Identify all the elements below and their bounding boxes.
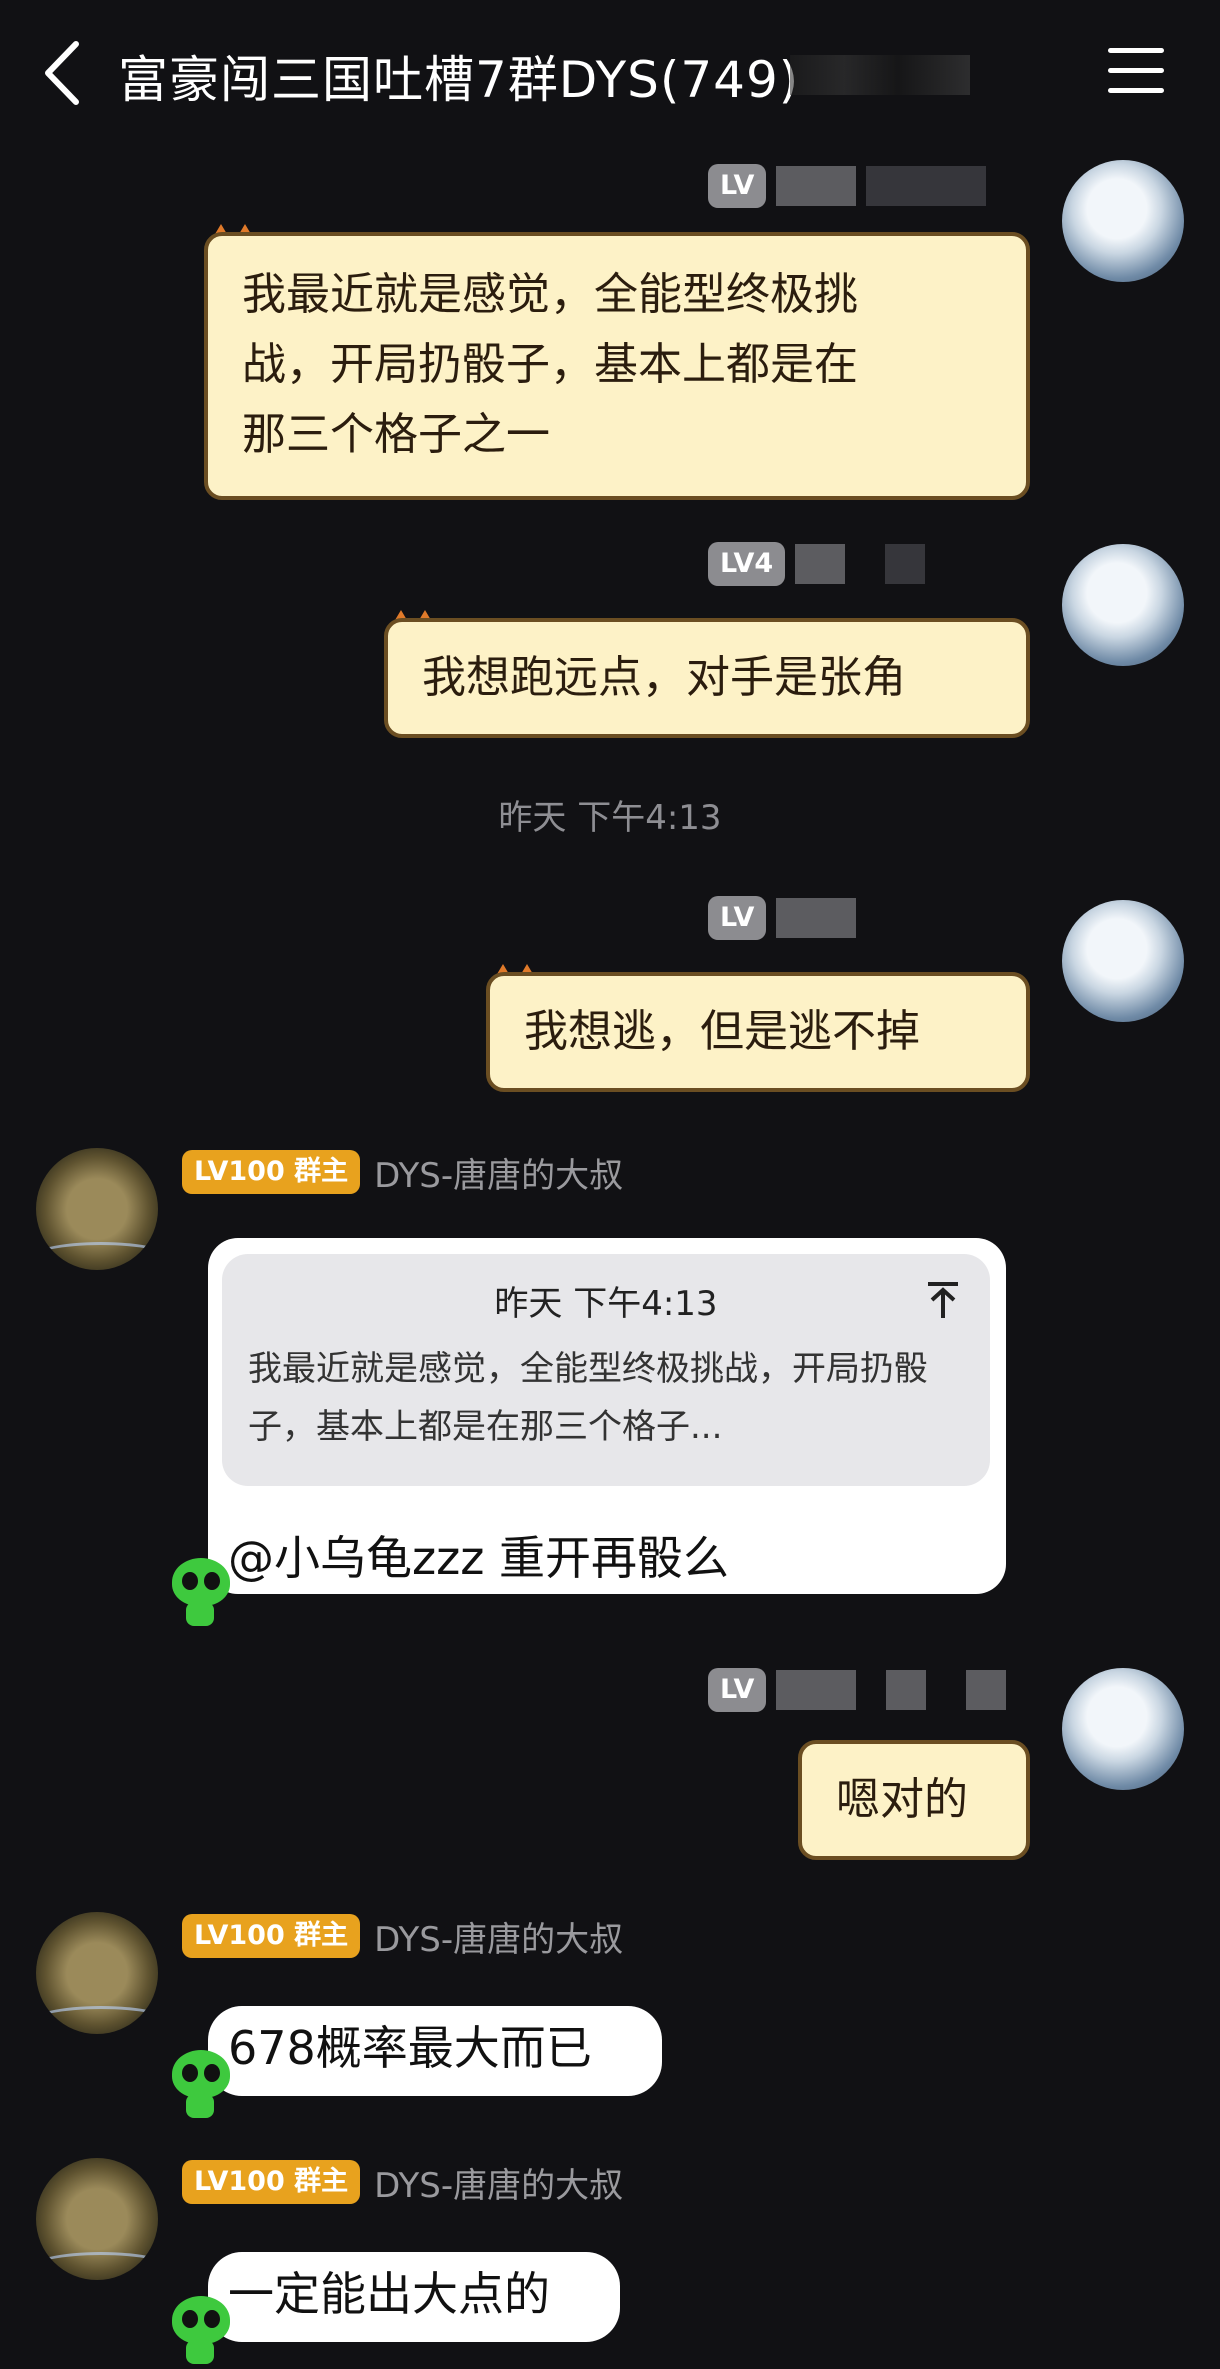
redacted-name (776, 898, 857, 938)
message-text: 一定能出大点的 (228, 2267, 550, 2321)
message-meta: LV (708, 894, 857, 942)
redacted-name (776, 1670, 857, 1710)
reply-text: @小乌龟zzz 重开再骰么 (228, 1531, 730, 1585)
redacted-name (885, 544, 926, 584)
jump-to-original-icon[interactable] (926, 1280, 960, 1320)
avatar[interactable] (36, 2158, 158, 2280)
avatar[interactable] (36, 1912, 158, 2034)
message-bubble[interactable]: 一定能出大点的 (208, 2252, 620, 2342)
level-badge: LV (708, 1668, 767, 1712)
avatar[interactable] (1062, 900, 1184, 1022)
message-text: 我想逃，但是逃不掉 (524, 1006, 920, 1057)
avatar[interactable] (1062, 1668, 1184, 1790)
avatar[interactable] (1062, 160, 1184, 282)
top-bar: 富豪闯三国吐槽7群DYS(749) (0, 0, 1220, 150)
quoted-text: 我最近就是感觉，全能型终极挑战，开局扔骰子，基本上都是在那三个格子... (248, 1349, 928, 1447)
message-meta: LV100 群主 DYS-唐唐的大叔 (182, 1912, 623, 1960)
message-meta: LV100 群主 DYS-唐唐的大叔 (182, 2158, 623, 2206)
level-badge: LV (708, 896, 767, 940)
quoted-timestamp: 昨天 下午4:13 (494, 1284, 718, 1324)
owner-badge: LV100 群主 (182, 2160, 361, 2204)
back-chevron-icon[interactable] (38, 38, 88, 108)
redacted-name (795, 544, 846, 584)
owner-badge: LV100 群主 (182, 1150, 361, 1194)
title-redaction (790, 55, 970, 95)
quoted-message[interactable]: 昨天 下午4:13 我最近就是感觉，全能型终极挑战，开局扔骰子，基本上都是在那三… (222, 1254, 990, 1486)
message-text: 嗯对的 (836, 1774, 968, 1825)
message-bubble[interactable]: 我最近就是感觉，全能型终极挑 战，开局扔骰子，基本上都是在 那三个格子之一 (204, 232, 1030, 500)
message-bubble[interactable]: 678概率最大而已 (208, 2006, 662, 2096)
message-line: 那三个格子之一 (242, 409, 550, 460)
redacted-name (866, 166, 987, 206)
sender-name: DYS-唐唐的大叔 (374, 1919, 624, 1960)
alien-sticker-icon (168, 1558, 234, 1628)
alien-sticker-icon (168, 2296, 234, 2366)
redacted-name (886, 1670, 927, 1710)
chat-title: 富豪闯三国吐槽7群DYS(749) (118, 51, 800, 109)
message-line: 我最近就是感觉，全能型终极挑 (242, 269, 858, 320)
menu-icon[interactable] (1108, 48, 1164, 96)
avatar[interactable] (36, 1148, 158, 1270)
sender-name: DYS-唐唐的大叔 (374, 1155, 624, 1196)
message-meta: LV100 群主 DYS-唐唐的大叔 (182, 1148, 623, 1196)
message-meta: LV (708, 1666, 1007, 1714)
message-text: 我想跑远点，对手是张角 (422, 652, 906, 703)
message-bubble[interactable]: 我想逃，但是逃不掉 (486, 972, 1030, 1092)
message-meta: LV (708, 162, 987, 210)
sender-name: DYS-唐唐的大叔 (374, 2165, 624, 2206)
message-line: 战，开局扔骰子，基本上都是在 (242, 339, 858, 390)
redacted-name (966, 1670, 1007, 1710)
level-badge: LV (708, 164, 767, 208)
message-meta: LV4 (708, 540, 926, 588)
message-text: 678概率最大而已 (228, 2021, 592, 2075)
avatar[interactable] (1062, 544, 1184, 666)
level-badge: LV4 (708, 542, 786, 586)
quote-reply-bubble[interactable]: 昨天 下午4:13 我最近就是感觉，全能型终极挑战，开局扔骰子，基本上都是在那三… (208, 1238, 1006, 1594)
message-bubble[interactable]: 嗯对的 (798, 1740, 1030, 1860)
owner-badge: LV100 群主 (182, 1914, 361, 1958)
redacted-name (776, 166, 857, 206)
alien-sticker-icon (168, 2050, 234, 2120)
timestamp: 昨天 下午4:13 (498, 798, 722, 838)
message-bubble[interactable]: 我想跑远点，对手是张角 (384, 618, 1030, 738)
